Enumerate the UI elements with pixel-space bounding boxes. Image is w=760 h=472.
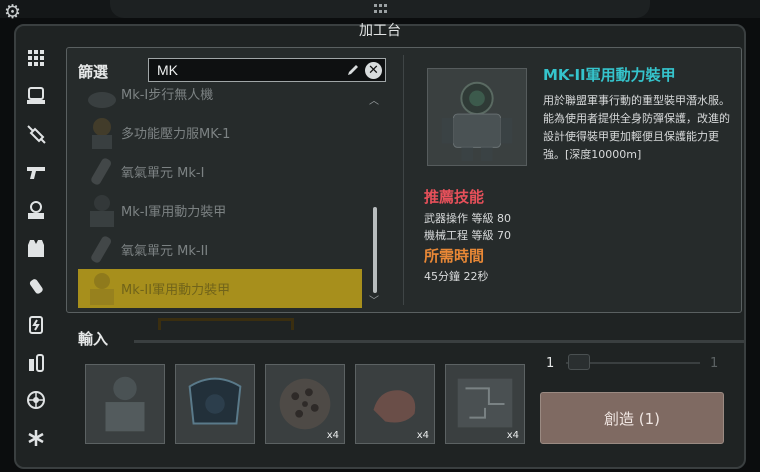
search-value: MK bbox=[157, 62, 178, 78]
drone-icon bbox=[88, 91, 116, 108]
canister-icon[interactable] bbox=[22, 272, 50, 300]
item-description: 用於聯盟軍事行動的重型裝甲潛水服。能為使用者提供全身防彈保護，改進的設計使得裝甲… bbox=[543, 94, 730, 161]
quantity-min: 1 bbox=[546, 356, 555, 371]
syringe-icon[interactable] bbox=[22, 120, 50, 148]
quantity-slider-knob[interactable] bbox=[568, 354, 590, 370]
slot-count: x4 bbox=[326, 430, 339, 441]
clear-icon[interactable]: ✕ bbox=[365, 62, 382, 79]
item-name: MK-II軍用動力裝甲 bbox=[543, 66, 676, 84]
chevron-down-icon[interactable]: ﹀ bbox=[369, 292, 379, 307]
input-slot[interactable] bbox=[85, 364, 165, 444]
oxygen-unit-icon bbox=[91, 157, 111, 185]
list-item-label: 氧氣單元 Mk-II bbox=[121, 244, 209, 259]
battery-icon[interactable] bbox=[22, 310, 50, 338]
list-item[interactable]: Mk-I軍用動力裝甲 bbox=[78, 191, 362, 230]
diving-suit-icon[interactable] bbox=[22, 196, 50, 224]
background-frame bbox=[158, 318, 294, 330]
search-input[interactable]: MK ✕ bbox=[148, 58, 386, 82]
valve-icon[interactable] bbox=[22, 386, 50, 414]
list-item-label: Mk-I軍用動力裝甲 bbox=[121, 205, 227, 220]
skills-heading: 推薦技能 bbox=[424, 188, 485, 206]
input-slot[interactable] bbox=[175, 364, 255, 444]
slot-count: x4 bbox=[506, 430, 519, 441]
grid-icon[interactable] bbox=[22, 44, 50, 72]
scrollbar-thumb[interactable] bbox=[373, 207, 377, 293]
pressure-suit-icon bbox=[92, 117, 112, 149]
tools-icon[interactable] bbox=[22, 348, 50, 376]
power-armor-icon bbox=[90, 194, 114, 227]
oxygen-unit-icon bbox=[91, 235, 111, 263]
list-item-selected[interactable]: Mk-II軍用動力裝甲 bbox=[78, 269, 362, 308]
power-armor-icon bbox=[90, 272, 114, 305]
time-value: 45分鐘 22秒 bbox=[424, 270, 489, 283]
slot-count: x4 bbox=[416, 430, 429, 441]
pistol-icon[interactable] bbox=[22, 158, 50, 186]
computer-icon[interactable] bbox=[22, 82, 50, 110]
armor-suit-icon bbox=[188, 377, 242, 425]
vest-icon[interactable] bbox=[22, 234, 50, 262]
item-preview bbox=[427, 68, 527, 166]
list-item[interactable]: 氧氣單元 Mk-II bbox=[78, 230, 362, 269]
skill-row: 機械工程 等級 70 bbox=[424, 229, 511, 242]
input-slot[interactable]: x4 bbox=[265, 364, 345, 444]
window-title: 加工台 bbox=[359, 23, 401, 39]
power-armor-icon bbox=[105, 376, 145, 432]
asterisk-icon[interactable] bbox=[22, 424, 50, 452]
list-item[interactable]: 氧氣單元 Mk-I bbox=[78, 152, 362, 191]
quantity-max: 1 bbox=[710, 356, 719, 371]
list-item[interactable]: Mk-I步行無人機 bbox=[78, 86, 362, 113]
list-item-label: Mk-I步行無人機 bbox=[121, 88, 214, 103]
list-item-label: 多功能壓力服MK-1 bbox=[121, 127, 231, 142]
category-sidebar bbox=[22, 44, 52, 464]
skill-row: 武器操作 等級 80 bbox=[424, 212, 511, 225]
time-heading: 所需時間 bbox=[424, 247, 485, 265]
list-item-label: 氧氣單元 Mk-I bbox=[121, 166, 205, 181]
filter-label: 篩選 bbox=[78, 63, 109, 81]
input-slot[interactable]: x4 bbox=[355, 364, 435, 444]
input-slot[interactable]: x4 bbox=[445, 364, 525, 444]
inputs-divider bbox=[134, 340, 744, 343]
recipe-list: Mk-I步行無人機 多功能壓力服MK-1 氧氣單元 Mk-I Mk-I軍用動力裝… bbox=[78, 86, 368, 308]
inputs-label: 輸入 bbox=[78, 330, 109, 348]
pencil-icon[interactable] bbox=[345, 62, 361, 78]
grip-icon[interactable] bbox=[374, 4, 388, 14]
power-armor-icon bbox=[441, 81, 513, 162]
list-item[interactable]: 多功能壓力服MK-1 bbox=[78, 113, 362, 152]
gear-icon[interactable]: ⚙ bbox=[4, 2, 24, 22]
list-item-label: Mk-II軍用動力裝甲 bbox=[121, 283, 231, 298]
divider bbox=[403, 55, 404, 305]
create-button[interactable]: 創造 (1) bbox=[540, 392, 724, 444]
